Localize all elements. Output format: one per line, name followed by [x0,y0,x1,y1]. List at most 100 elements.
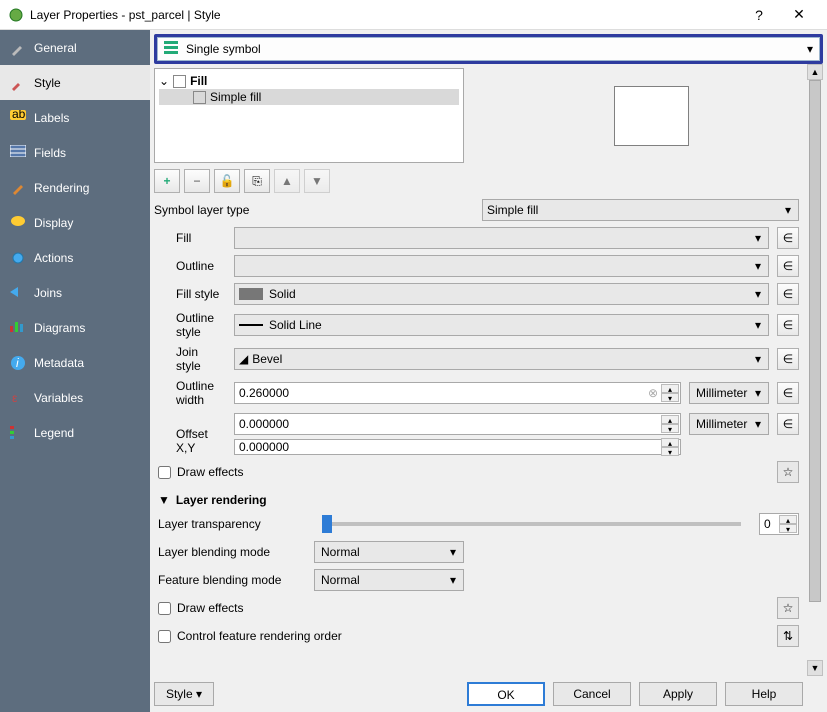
scrollbar-thumb[interactable] [809,80,821,602]
sidebar-tab-rendering[interactable]: Rendering [0,170,150,205]
outlinewidth-input[interactable]: 0.260000 ⊗▴▾ [234,382,681,404]
fillstyle-label: Fill style [154,287,226,301]
spin-down-icon[interactable]: ▾ [779,524,797,533]
effects2-button[interactable]: ☆ [777,597,799,619]
spin-up-icon[interactable]: ▴ [661,438,679,447]
sidebar-tab-variables[interactable]: εVariables [0,380,150,415]
joinstyle-label: Join style [154,345,226,373]
data-defined-button[interactable]: ∈ [777,382,799,404]
sidebar-tab-display[interactable]: Display [0,205,150,240]
sidebar-tab-fields[interactable]: Fields [0,135,150,170]
style-menu-button[interactable]: Style ▾ [154,682,214,706]
chevron-down-icon: ▾ [445,573,461,587]
sidebar-tab-general[interactable]: General [0,30,150,65]
transparency-slider[interactable] [322,522,741,526]
renderer-dropdown[interactable]: Single symbol ▾ [157,37,820,61]
sidebar-label: Legend [34,426,74,440]
sidebar-tab-legend[interactable]: Legend [0,415,150,450]
data-defined-button[interactable]: ∈ [777,348,799,370]
sidebar: General Style abcLabels Fields Rendering… [0,30,150,712]
table-icon [10,145,26,161]
cancel-button[interactable]: Cancel [553,682,631,706]
lock-icon: 🔓 [220,174,235,188]
data-defined-button[interactable]: ∈ [777,227,799,249]
wrench-icon [10,40,26,56]
draw-effects-checkbox[interactable] [158,466,171,479]
scroll-up-icon[interactable]: ▲ [807,64,823,80]
plus-icon: + [163,174,170,188]
spin-down-icon[interactable]: ▾ [661,447,679,456]
data-defined-button[interactable]: ∈ [777,413,799,435]
sidebar-tab-style[interactable]: Style [0,65,150,100]
offset-y-input[interactable]: 0.000000▴▾ [234,439,681,455]
sidebar-tab-labels[interactable]: abcLabels [0,100,150,135]
ok-button[interactable]: OK [467,682,545,706]
chevron-down-icon: ▾ [750,259,766,273]
join-icon [10,285,26,301]
renderer-highlight: Single symbol ▾ [154,34,823,64]
layer-rendering-header[interactable]: ▼Layer rendering [158,493,799,507]
remove-button[interactable]: − [184,169,210,193]
tree-root[interactable]: ⌄ Fill [159,73,459,89]
scroll-down-icon[interactable]: ▼ [807,660,823,676]
outline-color-button[interactable]: ▾ [234,255,769,277]
spin-up-icon[interactable]: ▴ [779,515,797,524]
lock-button[interactable]: 🔓 [214,169,240,193]
duplicate-button[interactable]: ⎘ [244,169,270,193]
apply-button[interactable]: Apply [639,682,717,706]
help-button[interactable] [739,0,779,30]
feature-blending-label: Feature blending mode [154,573,304,587]
joinstyle-select[interactable]: ◢Bevel▾ [234,348,769,370]
svg-text:ε: ε [12,391,18,404]
move-up-button[interactable]: ▲ [274,169,300,193]
fillstyle-select[interactable]: Solid▾ [234,283,769,305]
input-value: 0 [764,517,771,531]
symbol-layer-type-select[interactable]: Simple fill▾ [482,199,799,221]
slider-thumb[interactable] [322,515,332,533]
draw-effects2-checkbox[interactable] [158,602,171,615]
sidebar-tab-metadata[interactable]: iMetadata [0,345,150,380]
feature-blending-select[interactable]: Normal▾ [314,569,464,591]
data-defined-button[interactable]: ∈ [777,314,799,336]
sidebar-tab-actions[interactable]: Actions [0,240,150,275]
content-panel: Single symbol ▾ ⌄ Fill Simple fill + − [150,30,827,712]
outlinestyle-select[interactable]: Solid Line▾ [234,314,769,336]
select-value: Simple fill [487,203,538,217]
data-defined-button[interactable]: ∈ [777,283,799,305]
sidebar-tab-diagrams[interactable]: Diagrams [0,310,150,345]
spin-up-icon[interactable]: ▴ [661,384,679,393]
outlinewidth-unit-select[interactable]: Millimeter▾ [689,382,769,404]
input-value: 0.260000 [239,386,289,400]
tree-child[interactable]: Simple fill [159,89,459,105]
spin-down-icon[interactable]: ▾ [661,424,679,433]
transparency-input[interactable]: 0 ▴▾ [759,513,799,535]
sidebar-label: Diagrams [34,321,85,335]
order-button[interactable]: ⇅ [777,625,799,647]
vertical-scrollbar[interactable]: ▲ ▼ [807,64,823,676]
close-button[interactable] [779,0,819,30]
fill-color-button[interactable]: ▾ [234,227,769,249]
spin-down-icon[interactable]: ▾ [661,393,679,402]
offset-unit-select[interactable]: Millimeter▾ [689,413,769,435]
layer-blending-select[interactable]: Normal▾ [314,541,464,563]
sort-icon: ⇅ [783,629,793,643]
expression-icon: ∈ [783,352,793,366]
offset-x-input[interactable]: 0.000000▴▾ [234,413,681,435]
symbol-tree[interactable]: ⌄ Fill Simple fill [154,68,464,163]
clear-icon[interactable]: ⊗ [648,386,658,400]
spin-up-icon[interactable]: ▴ [661,415,679,424]
move-down-button[interactable]: ▼ [304,169,330,193]
fill-label: Fill [154,231,226,245]
effects-button[interactable]: ☆ [777,461,799,483]
sidebar-tab-joins[interactable]: Joins [0,275,150,310]
add-button[interactable]: + [154,169,180,193]
control-order-checkbox[interactable] [158,630,171,643]
chevron-down-icon: ▾ [750,287,766,301]
select-value: Millimeter [696,417,747,431]
tree-label: Fill [190,74,207,88]
help-button[interactable]: Help [725,682,803,706]
data-defined-button[interactable]: ∈ [777,255,799,277]
select-value: Bevel [252,352,282,366]
paintbrush-icon [10,180,26,196]
expand-icon[interactable]: ⌄ [159,74,169,88]
